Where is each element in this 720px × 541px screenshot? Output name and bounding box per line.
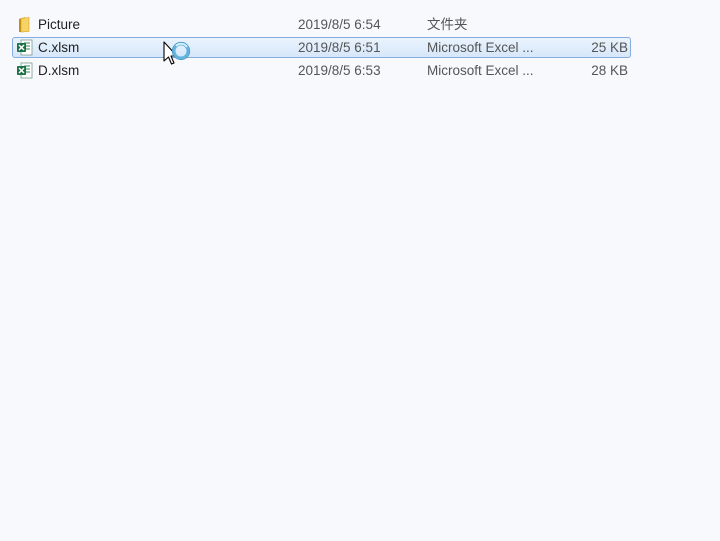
folder-icon — [16, 16, 33, 33]
file-row-d-xlsm[interactable]: D.xlsm 2019/8/5 6:53 Microsoft Excel ...… — [0, 59, 720, 82]
file-explorer-view: Picture 2019/8/5 6:54 文件夹 C.xlsm 2019/8/… — [0, 0, 720, 541]
date-modified: 2019/8/5 6:51 — [298, 40, 381, 55]
file-type: Microsoft Excel ... — [427, 63, 534, 78]
file-size: 28 KB — [591, 63, 628, 78]
file-name: Picture — [38, 17, 81, 32]
file-size: 25 KB — [591, 40, 628, 55]
file-name: C.xlsm — [38, 40, 80, 55]
date-modified: 2019/8/5 6:53 — [298, 63, 381, 78]
file-list: Picture 2019/8/5 6:54 文件夹 C.xlsm 2019/8/… — [0, 13, 720, 82]
name-cell: Picture — [16, 16, 80, 33]
excel-file-icon — [16, 62, 33, 79]
name-cell: C.xlsm — [16, 39, 79, 56]
file-row-picture[interactable]: Picture 2019/8/5 6:54 文件夹 — [0, 13, 720, 36]
excel-file-icon — [16, 39, 33, 56]
file-type: Microsoft Excel ... — [427, 40, 534, 55]
file-name: D.xlsm — [38, 63, 80, 78]
file-type: 文件夹 — [427, 17, 468, 32]
name-cell: D.xlsm — [16, 62, 79, 79]
date-modified: 2019/8/5 6:54 — [298, 17, 381, 32]
file-row-c-xlsm[interactable]: C.xlsm 2019/8/5 6:51 Microsoft Excel ...… — [0, 36, 720, 59]
